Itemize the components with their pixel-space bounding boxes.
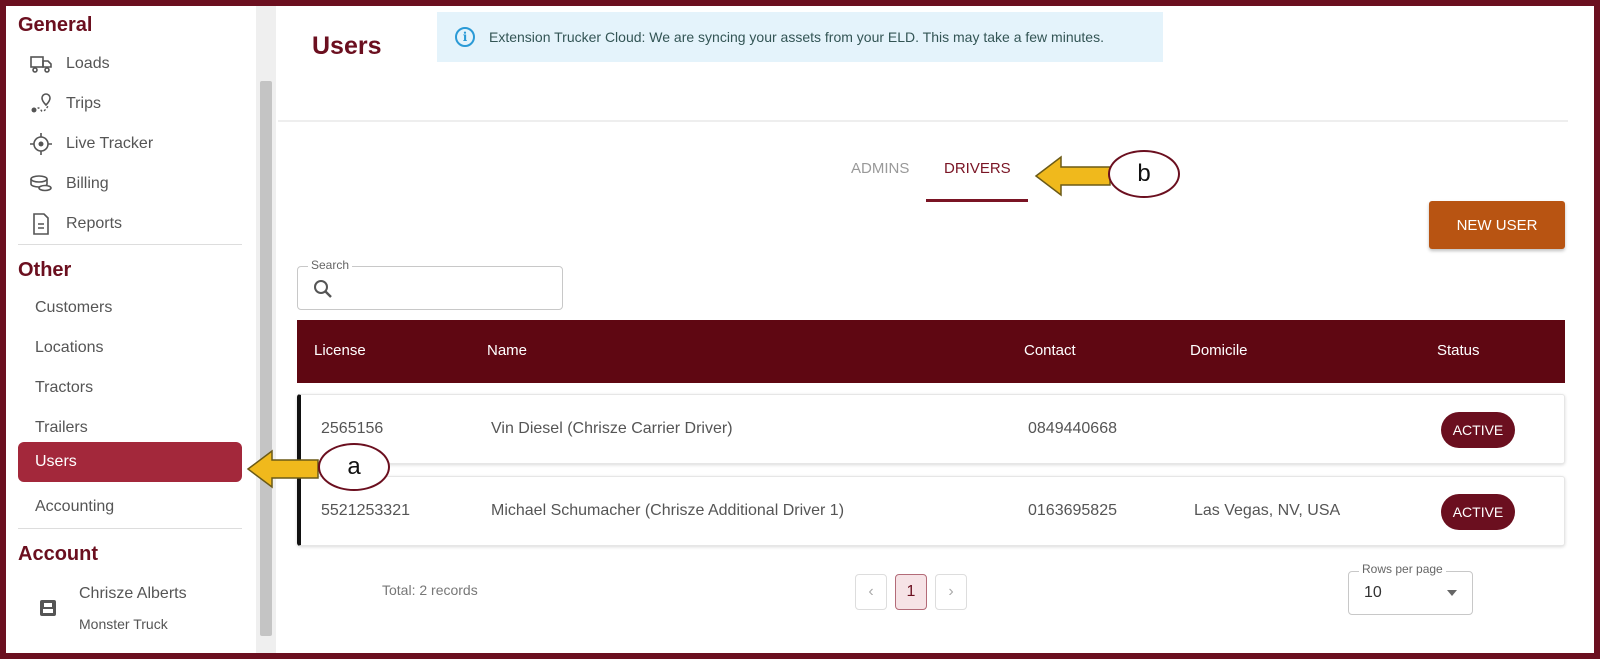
- sidebar-item-label: Loads: [66, 55, 110, 72]
- truck-icon: [28, 51, 54, 77]
- cell-license: 5521253321: [321, 502, 410, 519]
- table-header: License Name Contact Domicile Status: [297, 320, 1565, 383]
- cell-name: Vin Diesel (Chrisze Carrier Driver): [491, 420, 733, 437]
- document-icon: [28, 211, 54, 237]
- header-divider: [278, 120, 1568, 122]
- table-row[interactable]: 2565156 Vin Diesel (Chrisze Carrier Driv…: [297, 394, 1565, 464]
- sidebar-item-trips[interactable]: Trips: [28, 86, 101, 122]
- info-icon: i: [455, 27, 475, 47]
- annotation-callout-a: a: [318, 443, 390, 491]
- chevron-left-icon: ‹: [868, 583, 874, 600]
- new-user-button[interactable]: NEW USER: [1429, 201, 1565, 249]
- sidebar-item-locations[interactable]: Locations: [35, 330, 104, 366]
- section-title-general: General: [18, 14, 93, 36]
- scrollbar-thumb[interactable]: [260, 81, 272, 636]
- route-pin-icon: [28, 91, 54, 117]
- sidebar-item-live-tracker[interactable]: Live Tracker: [28, 126, 153, 162]
- cell-name: Michael Schumacher (Chrisze Additional D…: [491, 502, 845, 519]
- next-page-button[interactable]: ›: [935, 574, 967, 610]
- prev-page-button[interactable]: ‹: [855, 574, 887, 610]
- status-badge: ACTIVE: [1441, 412, 1515, 448]
- rows-per-page-label: Rows per page: [1359, 562, 1446, 576]
- sidebar-item-label: Billing: [66, 175, 109, 192]
- search-input[interactable]: [344, 274, 554, 302]
- coins-icon: [28, 171, 54, 197]
- caret-down-icon: [1447, 590, 1457, 596]
- cell-domicile: Las Vegas, NV, USA: [1194, 502, 1341, 519]
- search-icon: [312, 278, 334, 300]
- sidebar-item-tractors[interactable]: Tractors: [35, 370, 93, 406]
- column-header-status[interactable]: Status: [1437, 342, 1480, 359]
- section-title-account: Account: [18, 543, 98, 565]
- crosshair-icon: [28, 131, 54, 157]
- table-row[interactable]: 5521253321 Michael Schumacher (Chrisze A…: [297, 476, 1565, 546]
- sidebar-item-label: Trips: [66, 95, 101, 112]
- chevron-right-icon: ›: [948, 583, 954, 600]
- column-header-name[interactable]: Name: [487, 342, 527, 359]
- sidebar-item-users[interactable]: Users: [18, 442, 242, 482]
- section-title-other: Other: [18, 259, 72, 281]
- tab-drivers[interactable]: DRIVERS: [944, 160, 1011, 177]
- sidebar-item-accounting[interactable]: Accounting: [35, 489, 114, 525]
- sidebar-item-customers[interactable]: Customers: [35, 290, 112, 326]
- id-card-icon: [38, 598, 58, 623]
- sidebar-scrollbar[interactable]: [256, 6, 276, 653]
- search-label: Search: [308, 258, 353, 272]
- page-title: Users: [312, 32, 382, 60]
- sidebar-item-label: Live Tracker: [66, 135, 154, 152]
- column-header-domicile[interactable]: Domicile: [1190, 342, 1248, 359]
- status-badge: ACTIVE: [1441, 494, 1515, 530]
- sync-info-banner: i Extension Trucker Cloud: We are syncin…: [437, 12, 1163, 62]
- sidebar-item-loads[interactable]: Loads: [28, 46, 110, 82]
- column-header-contact[interactable]: Contact: [1024, 342, 1076, 359]
- annotation-arrow-b: [1034, 155, 1111, 197]
- sidebar-item-billing[interactable]: Billing: [28, 166, 109, 202]
- banner-text: Extension Trucker Cloud: We are syncing …: [489, 29, 1104, 45]
- sidebar-item-reports[interactable]: Reports: [28, 206, 122, 242]
- page-button-current[interactable]: 1: [895, 574, 927, 610]
- cell-contact: 0163695825: [1028, 502, 1117, 519]
- sidebar-item-label: Reports: [66, 215, 123, 232]
- total-records: Total: 2 records: [382, 582, 478, 598]
- rows-per-page-value: 10: [1364, 584, 1382, 601]
- cell-contact: 0849440668: [1028, 420, 1117, 437]
- sidebar-divider: [18, 244, 242, 245]
- tab-admins[interactable]: ADMINS: [851, 160, 909, 177]
- sidebar-item-trailers[interactable]: Trailers: [35, 410, 88, 446]
- annotation-arrow-a: [246, 449, 319, 489]
- account-name[interactable]: Chrisze Alberts: [79, 585, 187, 603]
- sidebar-divider: [18, 528, 242, 529]
- column-header-license[interactable]: License: [314, 342, 366, 359]
- annotation-callout-b: b: [1108, 150, 1180, 198]
- account-company: Monster Truck: [79, 616, 168, 632]
- cell-license: 2565156: [321, 420, 384, 437]
- active-tab-indicator: [926, 199, 1028, 202]
